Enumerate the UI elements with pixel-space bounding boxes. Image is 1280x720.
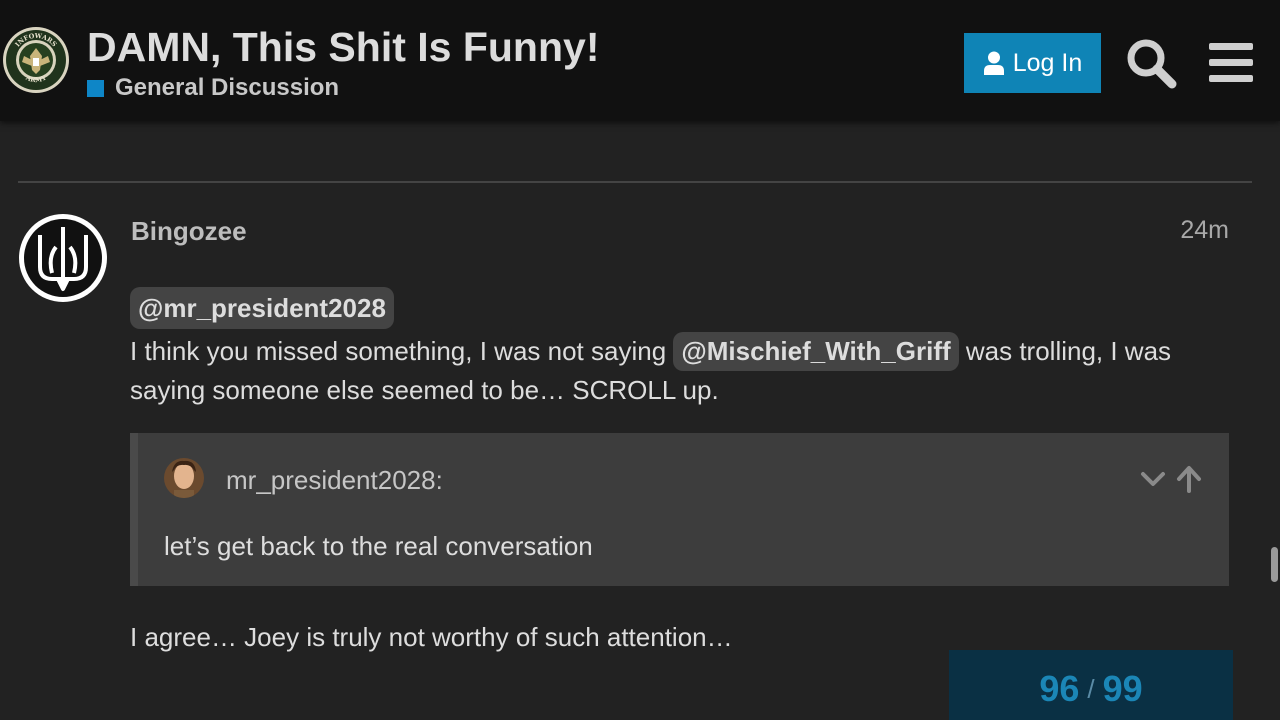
quote-author-avatar[interactable] [164,458,204,498]
topic-title[interactable]: DAMN, This Shit Is Funny! [87,24,599,71]
site-header: INFOWARS ARMY DAMN, This Shit Is Funny! … [0,0,1280,121]
post-text-part-1: I think you missed something, I was not … [130,336,674,366]
reply-mention[interactable]: @mr_president2028 [130,287,394,329]
topic-progress[interactable]: 96 / 99 [949,650,1233,720]
portrait-avatar-icon [164,458,204,498]
inline-mention[interactable]: @Mischief_With_Griff [673,332,959,371]
search-icon [1127,39,1177,89]
progress-total: 99 [1102,668,1143,709]
quote-author: mr_president2028: [226,465,443,495]
trident-icon [19,214,107,302]
post-date[interactable]: 24m [1120,216,1229,245]
login-label: Log In [1012,48,1083,77]
quote-expand-button[interactable] [1140,467,1166,491]
post-divider [18,181,1252,183]
site-logo[interactable]: INFOWARS ARMY [2,26,70,94]
category-name: General Discussion [115,74,340,101]
login-button[interactable]: Log In [964,33,1101,93]
quote-text: let’s get back to the real conversation [164,531,593,561]
chevron-down-icon [1141,472,1165,486]
quote-block: mr_president2028: let’s get back to the … [130,433,1229,586]
quote-jump-button[interactable] [1176,465,1202,493]
post-body: @mr_president2028 I think you missed som… [130,287,1230,410]
army-seal-icon: INFOWARS ARMY [3,27,69,93]
progress-current: 96 [1039,668,1080,709]
category-badge[interactable]: General Discussion [87,74,339,102]
category-color-swatch [87,79,104,97]
post-text: I think you missed something, I was not … [130,332,1230,410]
search-button[interactable] [1125,37,1177,89]
post-username[interactable]: Bingozee [131,216,247,247]
hamburger-menu-button[interactable] [1208,40,1254,86]
scrollbar-thumb[interactable] [1271,547,1278,582]
hamburger-menu-icon [1209,43,1253,82]
post-closing-text: I agree… Joey is truly not worthy of suc… [130,622,733,652]
progress-separator: / [1087,673,1095,704]
user-icon [983,51,1004,75]
arrow-up-icon [1177,466,1201,493]
user-avatar[interactable] [18,213,108,303]
